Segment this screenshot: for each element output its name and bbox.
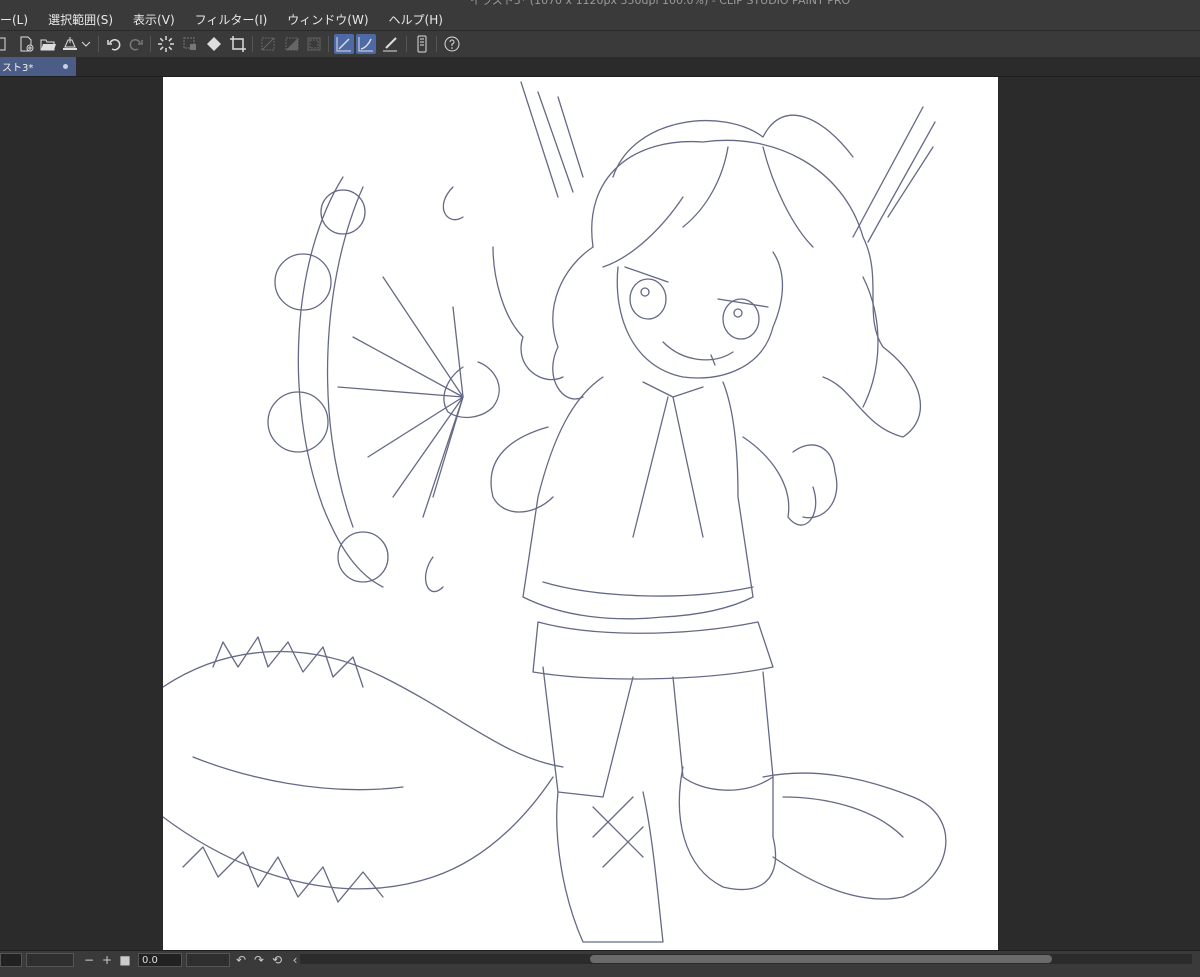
fill-icon <box>207 37 221 51</box>
help-icon <box>444 36 460 52</box>
panel-icon <box>0 37 6 51</box>
rotate-slider[interactable] <box>186 953 230 967</box>
transform-icon <box>261 37 275 51</box>
rotate-field[interactable]: 0.0 <box>138 953 182 967</box>
reset-rotation-icon[interactable]: ⟲ <box>270 952 284 968</box>
save-icon <box>63 37 77 50</box>
device-icon <box>417 35 427 53</box>
save-dropdown[interactable] <box>80 34 92 54</box>
menu-bar: ー(L) 選択範囲(S) 表示(V) フィルター(I) ウィンドウ(W) ヘルプ… <box>0 8 1200 30</box>
redo-button[interactable] <box>126 34 146 54</box>
document-tab[interactable]: スト3* <box>0 57 76 76</box>
menu-view[interactable]: 表示(V) <box>123 11 185 28</box>
fill-button[interactable] <box>204 34 224 54</box>
menu-window[interactable]: ウィンドウ(W) <box>277 11 378 28</box>
chevron-down-icon <box>81 41 91 47</box>
device-button[interactable] <box>412 34 432 54</box>
fit-icon[interactable]: ■ <box>118 952 132 968</box>
line-icon <box>336 37 351 52</box>
pen-stroke-icon <box>358 37 373 52</box>
crop-button[interactable] <box>228 34 248 54</box>
menu-help[interactable]: ヘルプ(H) <box>379 11 453 28</box>
menu-selection[interactable]: 選択範囲(S) <box>38 11 123 28</box>
snap-to-ruler-button[interactable] <box>282 34 302 54</box>
document-tab-label: スト3* <box>2 63 34 74</box>
new-canvas-button[interactable] <box>16 34 36 54</box>
redo-icon <box>129 39 143 51</box>
command-bar <box>0 30 1200 58</box>
open-button[interactable] <box>38 34 58 54</box>
new-canvas-icon <box>20 36 34 52</box>
open-folder-icon <box>40 39 56 51</box>
toolbar-edge-button[interactable] <box>0 34 10 54</box>
rotate-left-icon[interactable]: ↶ <box>234 952 248 968</box>
pen-stroke-button[interactable] <box>356 34 376 54</box>
clear-button[interactable] <box>156 34 176 54</box>
zoom-slider[interactable] <box>26 953 74 967</box>
drawing-canvas[interactable] <box>163 77 998 950</box>
rotate-right-icon[interactable]: ↷ <box>252 952 266 968</box>
sketch-artwork <box>163 81 947 943</box>
menu-layer[interactable]: ー(L) <box>0 11 38 28</box>
zoom-field[interactable] <box>0 953 22 967</box>
status-bar: − + ■ 0.0 ↶ ↷ ⟲ ‹ <box>0 950 1200 977</box>
transform-button[interactable] <box>258 34 278 54</box>
menu-filter[interactable]: フィルター(I) <box>185 11 278 28</box>
title-bar: イラスト3* (1070 x 1120px 350dpi 100.0%) - C… <box>0 0 1200 8</box>
close-icon[interactable] <box>63 64 68 69</box>
select-all-icon <box>183 37 196 50</box>
select-all-button[interactable] <box>180 34 200 54</box>
zoom-out-icon[interactable]: − <box>82 952 96 968</box>
snap-to-ruler-icon <box>285 37 299 51</box>
document-tab-bar: スト3* <box>0 57 1200 77</box>
zoom-in-icon[interactable]: + <box>100 952 114 968</box>
save-button[interactable] <box>60 34 80 54</box>
scrollbar-thumb[interactable] <box>590 955 1052 963</box>
undo-button[interactable] <box>104 34 124 54</box>
loading-spinner-icon <box>158 36 174 52</box>
snap-button[interactable] <box>304 34 324 54</box>
horizontal-scrollbar[interactable] <box>300 954 1192 964</box>
window-title: イラスト3* (1070 x 1120px 350dpi 100.0%) - C… <box>470 0 851 7</box>
brush-icon <box>383 37 397 52</box>
crop-icon <box>230 36 246 52</box>
snap-icon <box>307 37 321 51</box>
undo-icon <box>107 39 121 51</box>
brush-button[interactable] <box>380 34 400 54</box>
help-button[interactable] <box>442 34 462 54</box>
canvas-workspace <box>0 77 1200 950</box>
line-tool-button[interactable] <box>334 34 354 54</box>
